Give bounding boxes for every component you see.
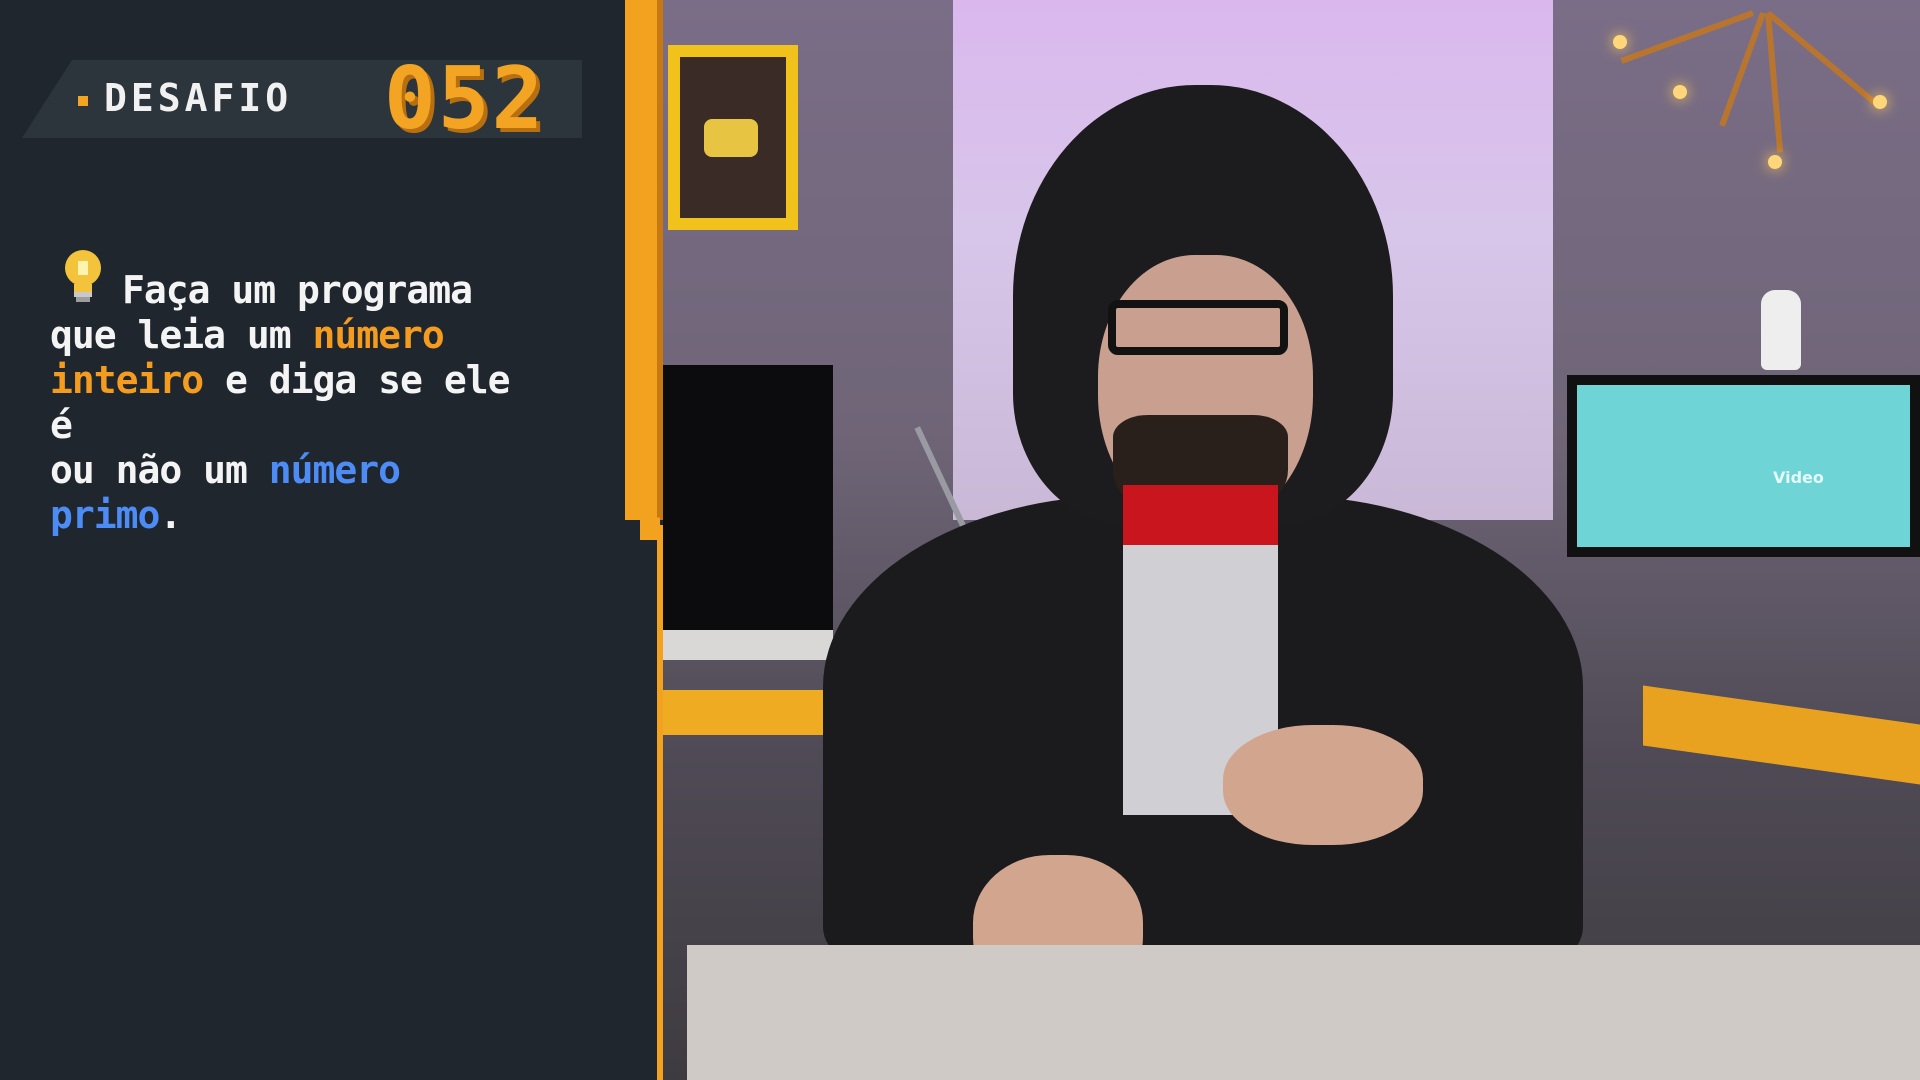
challenge-header: DESAFIO 052 bbox=[22, 54, 582, 144]
statement-period: . bbox=[159, 493, 182, 537]
chandelier bbox=[1593, 0, 1920, 170]
statement-line-2: que leia um bbox=[50, 313, 313, 357]
challenge-label: DESAFIO bbox=[104, 76, 293, 120]
frame-strip-top bbox=[625, 0, 657, 520]
highlight-primo: primo bbox=[50, 493, 160, 537]
front-desk bbox=[687, 945, 1920, 1080]
video-frame: t Video bbox=[663, 0, 1920, 1080]
right-desk bbox=[1643, 685, 1920, 785]
presenter bbox=[823, 85, 1583, 1005]
highlight-numero-1: número bbox=[312, 313, 445, 357]
monitor-video-label: Video bbox=[1773, 468, 1824, 487]
highlight-numero-2: número bbox=[268, 448, 401, 492]
challenge-panel: DESAFIO 052 Faça um programa que leia um… bbox=[0, 0, 625, 1080]
right-hand bbox=[1223, 725, 1423, 845]
play-button-icon bbox=[704, 119, 758, 157]
right-monitor bbox=[1567, 375, 1920, 557]
highlight-inteiro: inteiro bbox=[50, 358, 204, 402]
figurine bbox=[1761, 290, 1801, 370]
left-monitor bbox=[663, 365, 833, 660]
challenge-number: 052 bbox=[384, 49, 546, 149]
challenge-statement: Faça um programa que leia um número inte… bbox=[50, 268, 550, 538]
statement-line-4: ou não um bbox=[50, 448, 269, 492]
glasses bbox=[1108, 300, 1288, 355]
statement-line-1: Faça um programa bbox=[122, 268, 473, 312]
bullet-icon bbox=[78, 96, 88, 106]
award-plaque bbox=[668, 45, 798, 230]
